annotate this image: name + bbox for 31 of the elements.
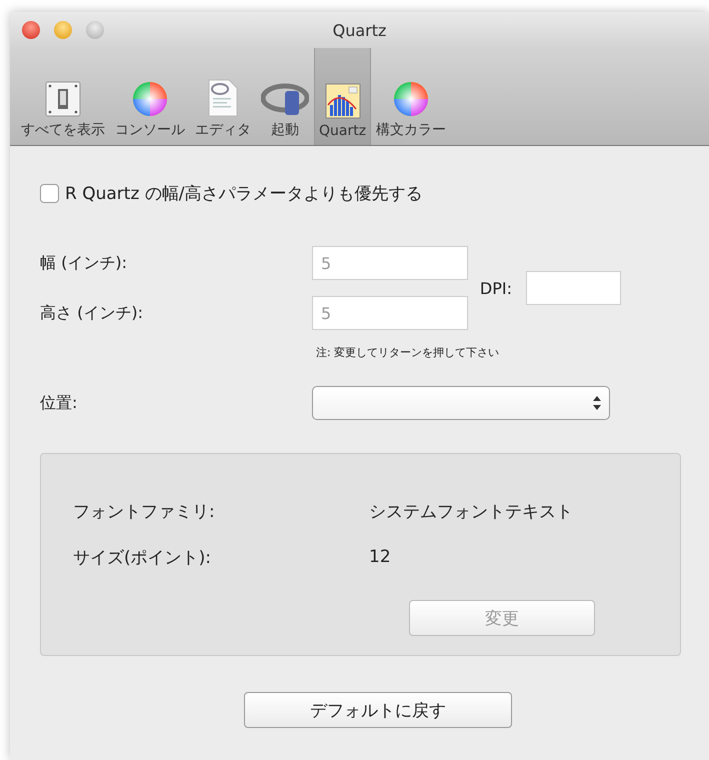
font-family-value: システムフォントテキスト [369,500,573,522]
toolbar-tab[interactable]: エディタ [190,48,256,145]
height-label: 高さ (インチ): [40,302,144,324]
toolbar-tab[interactable]: 構文カラー [371,48,452,145]
width-label: 幅 (インチ): [40,252,128,274]
color-wheel-icon [132,81,168,117]
minimize-button[interactable] [54,21,72,39]
checkbox-label: R Quartz の幅/高さパラメータよりも優先する [65,183,422,205]
window-title: Quartz [332,20,386,40]
dpi-field[interactable] [526,271,621,305]
note-text: 注: 変更してリターンを押して下さい [316,345,500,360]
checkbox[interactable] [40,184,59,203]
reset-defaults-button[interactable]: デフォルトに戻す [244,692,512,728]
toolbar-tab[interactable]: Quartz [314,48,372,145]
toolbar-tab[interactable]: コンソール [110,48,190,145]
font-family-label: フォントファミリ: [73,500,216,522]
switch-icon [45,81,81,117]
zoom-button[interactable] [86,21,104,39]
font-size-label: サイズ(ポイント): [73,546,212,568]
document-icon [208,79,238,117]
position-label: 位置: [40,392,78,414]
toolbar-tab[interactable]: すべてを表示 [16,48,110,145]
color-wheel-icon [393,81,430,117]
font-size-value: 12 [369,547,391,567]
ring-logo-icon [261,83,309,117]
chart-icon [324,83,361,119]
close-button[interactable] [22,21,40,39]
toolbar-tab[interactable]: 起動 [256,48,314,145]
stepper-arrows-icon [593,396,601,410]
position-dropdown[interactable] [312,386,610,420]
dpi-label: DPI: [480,278,512,298]
